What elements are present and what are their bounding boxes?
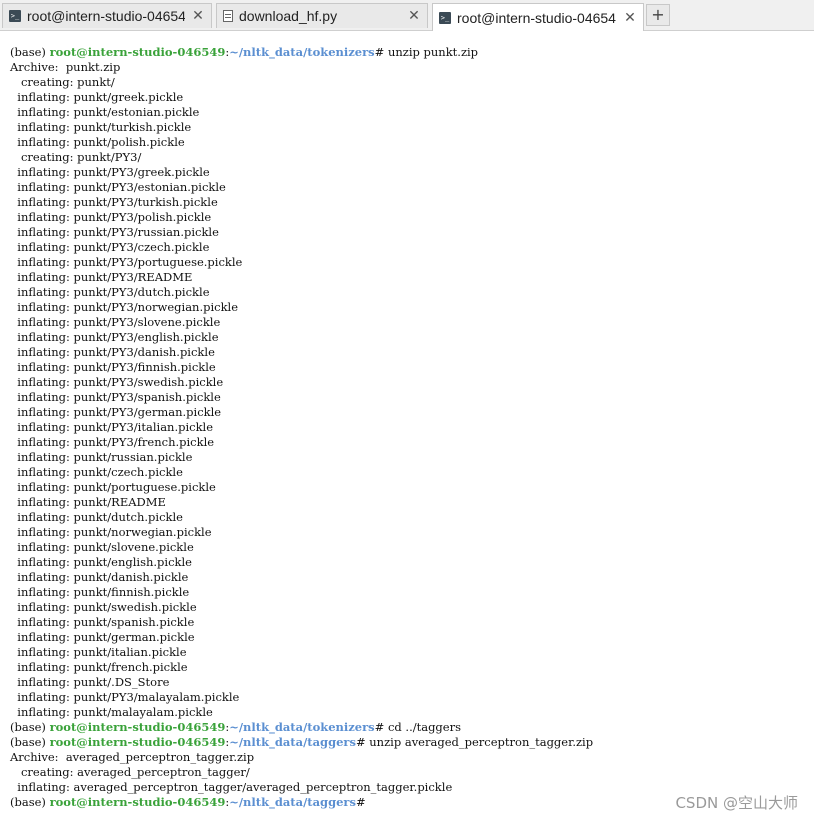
prompt-user: root@intern-studio-046549 <box>49 45 226 59</box>
output-line: inflating: punkt/PY3/polish.pickle <box>10 210 212 224</box>
document-icon <box>223 10 233 22</box>
prompt-path: ~/nltk_data/tokenizers <box>229 720 375 734</box>
output-line: inflating: punkt/czech.pickle <box>10 465 183 479</box>
output-line: inflating: punkt/PY3/italian.pickle <box>10 420 214 434</box>
close-icon[interactable]: ✕ <box>623 10 637 26</box>
tab-title: download_hf.py <box>239 8 338 24</box>
prompt-line: (base) root@intern-studio-046549:~/nltk_… <box>10 45 814 60</box>
output-line: inflating: punkt/french.pickle <box>10 660 188 674</box>
prompt-symbol: # <box>374 45 388 59</box>
output-line: inflating: punkt/PY3/english.pickle <box>10 330 219 344</box>
output-line: inflating: punkt/PY3/swedish.pickle <box>10 375 224 389</box>
output-line: inflating: punkt/README <box>10 495 166 509</box>
watermark: CSDN @空山大师 <box>675 794 798 812</box>
prompt-symbol: # <box>374 720 388 734</box>
output-line: inflating: punkt/estonian.pickle <box>10 105 200 119</box>
prompt-line: (base) root@intern-studio-046549:~/nltk_… <box>10 735 814 750</box>
prompt-env: (base) <box>10 795 50 809</box>
output-line: inflating: punkt/PY3/slovene.pickle <box>10 315 221 329</box>
prompt-env: (base) <box>10 720 50 734</box>
output-line: inflating: punkt/danish.pickle <box>10 570 189 584</box>
prompt-path: ~/nltk_data/taggers <box>229 795 356 809</box>
tab-title: root@intern-studio-04654 <box>457 9 616 26</box>
close-icon[interactable]: ✕ <box>191 8 205 24</box>
output-line: inflating: punkt/portuguese.pickle <box>10 480 216 494</box>
output-line: inflating: punkt/norwegian.pickle <box>10 525 212 539</box>
output-line: inflating: punkt/PY3/dutch.pickle <box>10 285 210 299</box>
output-line: inflating: punkt/PY3/malayalam.pickle <box>10 690 240 704</box>
prompt-path: ~/nltk_data/tokenizers <box>229 45 375 59</box>
tab-download-hf[interactable]: download_hf.py ✕ <box>216 3 428 28</box>
output-line: inflating: punkt/PY3/README <box>10 270 193 284</box>
output-line: inflating: punkt/turkish.pickle <box>10 120 192 134</box>
prompt-user: root@intern-studio-046549 <box>49 720 226 734</box>
output-line: inflating: punkt/english.pickle <box>10 555 192 569</box>
output-line: inflating: punkt/german.pickle <box>10 630 195 644</box>
output-line: creating: punkt/ <box>10 75 115 89</box>
command-text: unzip averaged_perceptron_tagger.zip <box>369 735 594 749</box>
tab-title: root@intern-studio-04654 <box>27 8 185 24</box>
terminal-icon: >_ <box>439 11 451 24</box>
terminal-icon: >_ <box>9 10 21 22</box>
output-line: inflating: punkt/spanish.pickle <box>10 615 195 629</box>
output-line: inflating: punkt/italian.pickle <box>10 645 187 659</box>
close-icon[interactable]: ✕ <box>407 8 421 24</box>
output-line: inflating: punkt/PY3/portuguese.pickle <box>10 255 243 269</box>
prompt-user: root@intern-studio-046549 <box>49 795 226 809</box>
output-line: inflating: punkt/dutch.pickle <box>10 510 183 524</box>
command-text: unzip punkt.zip <box>387 45 479 59</box>
output-line: Archive: averaged_perceptron_tagger.zip <box>10 750 255 764</box>
output-line: inflating: punkt/greek.pickle <box>10 90 184 104</box>
output-line: inflating: punkt/polish.pickle <box>10 135 185 149</box>
output-line: inflating: punkt/PY3/greek.pickle <box>10 165 210 179</box>
output-line: inflating: punkt/russian.pickle <box>10 450 193 464</box>
new-tab-button[interactable]: + <box>646 4 670 26</box>
tab-bar: >_ root@intern-studio-04654 ✕ download_h… <box>0 0 814 31</box>
output-line: inflating: punkt/slovene.pickle <box>10 540 194 554</box>
output-line: inflating: punkt/finnish.pickle <box>10 585 190 599</box>
output-line: creating: averaged_perceptron_tagger/ <box>10 765 250 779</box>
output-line: inflating: punkt/swedish.pickle <box>10 600 197 614</box>
output-line: inflating: punkt/PY3/czech.pickle <box>10 240 210 254</box>
output-line: inflating: punkt/PY3/finnish.pickle <box>10 360 216 374</box>
output-line: inflating: punkt/malayalam.pickle <box>10 705 213 719</box>
output-line: inflating: punkt/PY3/turkish.pickle <box>10 195 218 209</box>
tab-terminal-1[interactable]: >_ root@intern-studio-04654 ✕ <box>2 3 212 28</box>
prompt-path: ~/nltk_data/taggers <box>229 735 356 749</box>
output-line: inflating: punkt/PY3/russian.pickle <box>10 225 219 239</box>
tab-terminal-2[interactable]: >_ root@intern-studio-04654 ✕ <box>432 3 644 31</box>
output-line: inflating: punkt/PY3/german.pickle <box>10 405 222 419</box>
prompt-env: (base) <box>10 735 50 749</box>
output-line: inflating: punkt/PY3/danish.pickle <box>10 345 215 359</box>
command-text: cd ../taggers <box>387 720 462 734</box>
output-line: inflating: punkt/PY3/french.pickle <box>10 435 215 449</box>
prompt-env: (base) <box>10 45 50 59</box>
output-line: Archive: punkt.zip <box>10 60 121 74</box>
output-line: creating: punkt/PY3/ <box>10 150 142 164</box>
prompt-symbol: # <box>355 735 370 749</box>
output-line: inflating: punkt/PY3/estonian.pickle <box>10 180 226 194</box>
terminal-output[interactable]: (base) root@intern-studio-046549:~/nltk_… <box>0 31 814 823</box>
prompt-user: root@intern-studio-046549 <box>49 735 226 749</box>
output-line: inflating: punkt/.DS_Store <box>10 675 170 689</box>
prompt-line: (base) root@intern-studio-046549:~/nltk_… <box>10 720 814 735</box>
prompt-symbol: # <box>355 795 366 809</box>
output-line: inflating: punkt/PY3/norwegian.pickle <box>10 300 239 314</box>
output-line: inflating: punkt/PY3/spanish.pickle <box>10 390 221 404</box>
